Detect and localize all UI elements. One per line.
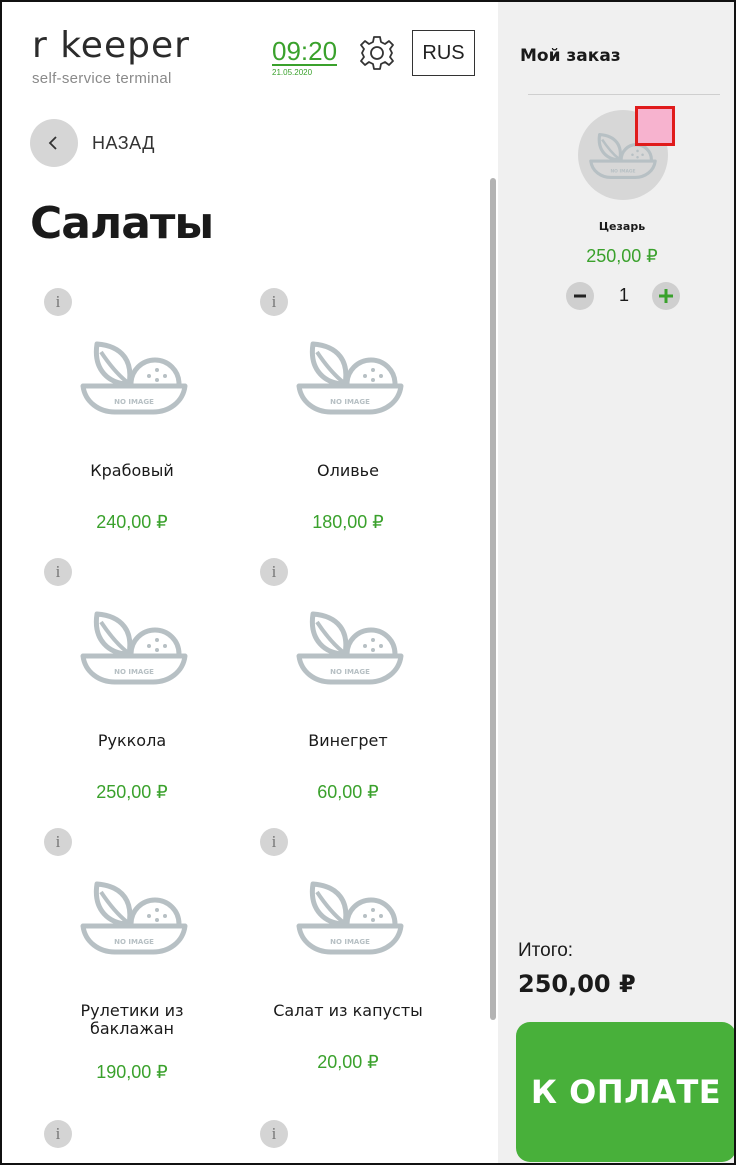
no-image-placeholder-icon: NO IMAGE [79,610,189,686]
product-price: 180,00 ₽ [312,512,384,532]
brand-logo: r keeper self-service terminal [32,25,190,88]
language-button[interactable]: RUS [412,30,475,76]
product-price: 190,00 ₽ [96,1062,168,1082]
logo-subtitle: self-service terminal [32,70,172,87]
clock: 09:20 21.05.2020 [272,38,350,78]
info-icon[interactable]: i [44,288,72,316]
product-card[interactable]: i NO IMAGE Крабовый 240,00 ₽ [2,286,218,556]
info-icon[interactable]: i [260,1120,288,1148]
product-card[interactable]: i NO IMAGE Винегрет 60,00 ₽ [218,556,434,826]
svg-text:NO IMAGE: NO IMAGE [330,398,370,406]
product-card[interactable]: i NO IMAGE Салат из капусты 20,00 ₽ [218,826,434,1096]
category-title: Салаты [30,198,214,249]
order-item-price: 250,00 ₽ [586,246,658,266]
product-name: Руккола [97,731,167,750]
order-item: NO IMAGE Цезарь 250,00 ₽ 1 [498,106,734,316]
gear-icon[interactable] [357,33,397,73]
svg-text:NO IMAGE: NO IMAGE [610,168,635,174]
order-sidebar: Мой заказ NO IMAGE Цезарь 250,00 ₽ 1 Ито… [498,2,734,1163]
quantity-stepper: 1 [566,282,686,312]
scrollbar[interactable] [490,178,496,1020]
no-image-placeholder-icon: NO IMAGE [295,340,405,416]
product-card[interactable]: i [2,1118,218,1158]
clock-time: 09:20 [272,36,338,66]
product-card[interactable]: i NO IMAGE Оливье 180,00 ₽ [218,286,434,556]
info-icon[interactable]: i [44,828,72,856]
product-price: 60,00 ₽ [317,782,379,802]
no-image-placeholder-icon: NO IMAGE [295,880,405,956]
pay-button[interactable]: К ОПЛАТЕ [516,1022,734,1162]
plus-icon[interactable] [652,282,680,310]
info-icon[interactable]: i [44,1120,72,1148]
clock-date: 21.05.2020 [272,68,313,77]
minus-icon[interactable] [566,282,594,310]
highlight-marker [635,106,675,146]
svg-text:NO IMAGE: NO IMAGE [114,668,154,676]
svg-text:NO IMAGE: NO IMAGE [330,668,370,676]
chevron-left-icon[interactable] [30,119,78,167]
info-icon[interactable]: i [260,558,288,586]
svg-text:NO IMAGE: NO IMAGE [114,938,154,946]
info-icon[interactable]: i [260,828,288,856]
product-name: Крабовый [90,461,174,480]
product-card[interactable]: i NO IMAGE Руккола 250,00 ₽ [2,556,218,826]
total-label: Итого: [518,940,574,961]
svg-text:NO IMAGE: NO IMAGE [114,398,154,406]
back-label[interactable]: НАЗАД [92,133,155,154]
product-name: Оливье [317,461,379,480]
divider [528,94,720,95]
product-card[interactable]: i NO IMAGE Рулетики из баклажан 190,00 ₽ [2,826,218,1096]
quantity-value: 1 [618,285,629,305]
logo-title: r keeper [32,25,190,66]
back-button[interactable]: НАЗАД [30,119,155,167]
product-price: 240,00 ₽ [96,512,168,532]
order-title: Мой заказ [520,46,621,66]
product-name: Винегрет [308,731,388,750]
product-card[interactable]: i [218,1118,434,1158]
app-frame: r keeper self-service terminal 09:20 21.… [0,0,736,1165]
info-icon[interactable]: i [44,558,72,586]
product-price: 250,00 ₽ [96,782,168,802]
info-icon[interactable]: i [260,288,288,316]
svg-text:NO IMAGE: NO IMAGE [330,938,370,946]
product-name: Салат из капусты [273,1001,423,1020]
total-value: 250,00 ₽ [518,970,636,998]
order-item-name: Цезарь [598,220,646,233]
product-price: 20,00 ₽ [317,1052,379,1072]
product-name: Рулетики из баклажан [80,1001,184,1038]
menu-pane: r keeper self-service terminal 09:20 21.… [2,2,498,1163]
no-image-placeholder-icon: NO IMAGE [79,340,189,416]
no-image-placeholder-icon: NO IMAGE [295,610,405,686]
no-image-placeholder-icon: NO IMAGE [79,880,189,956]
